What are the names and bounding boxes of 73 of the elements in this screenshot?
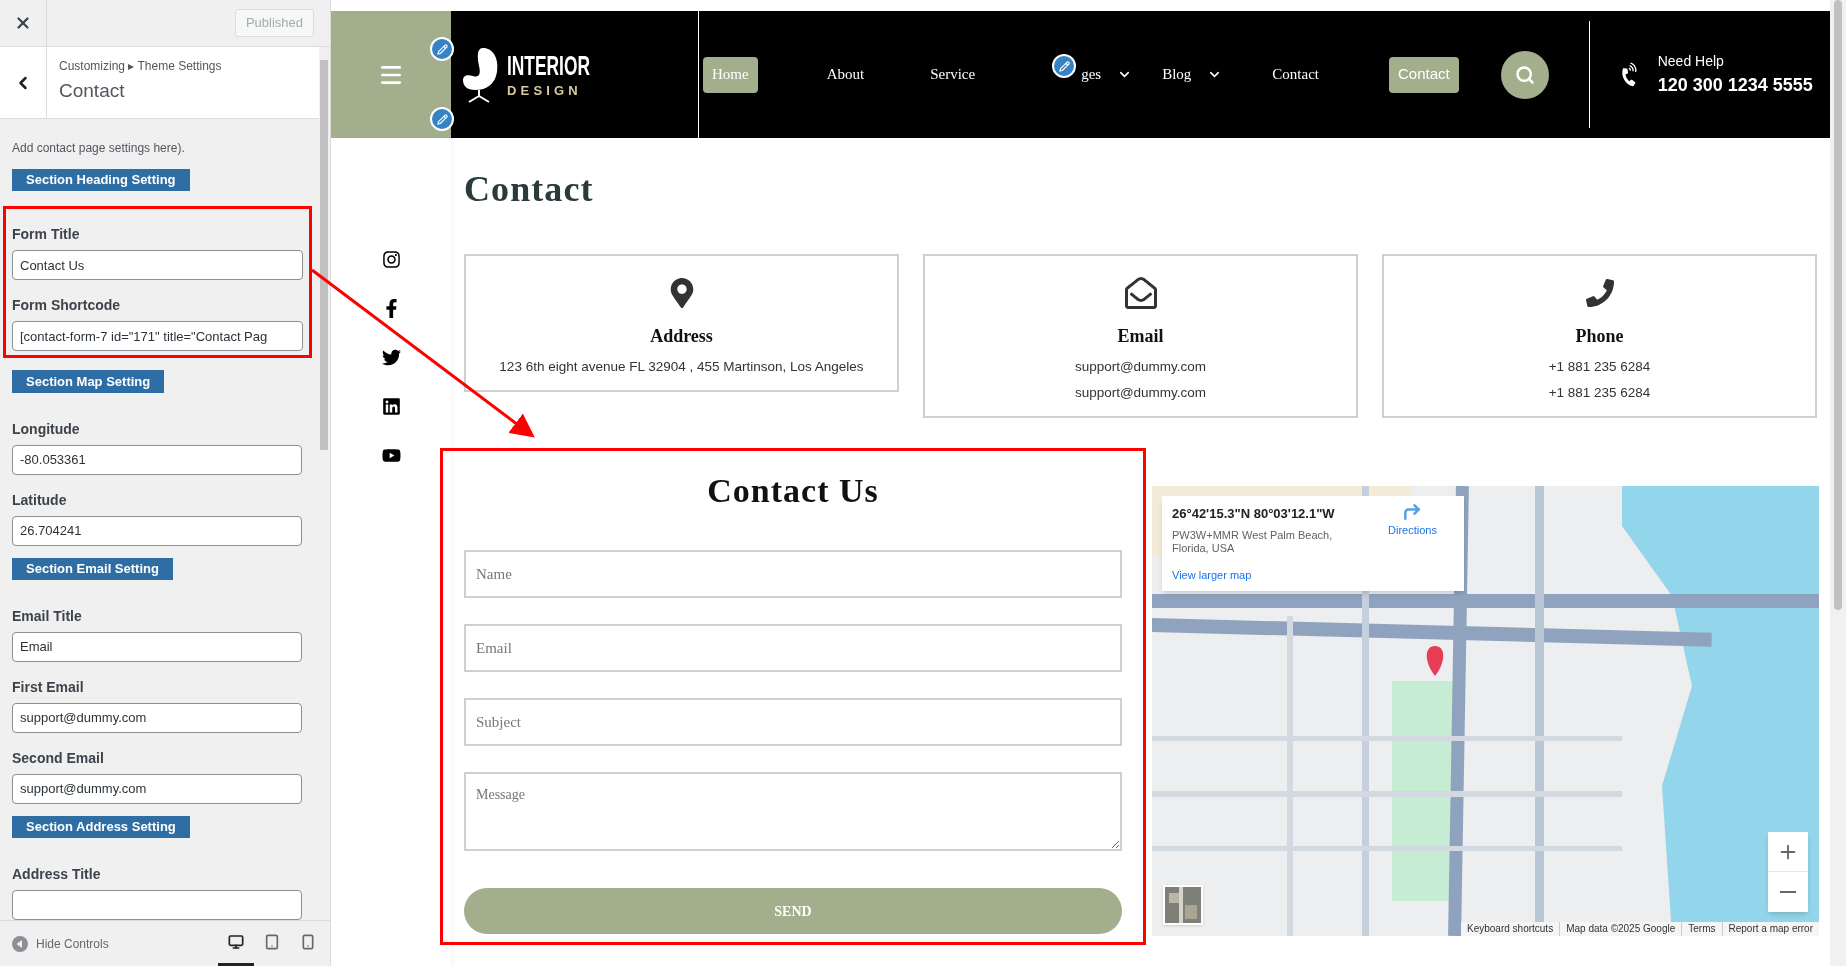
envelope-icon xyxy=(1124,277,1157,309)
attribution-link: Map data ©2025 Google xyxy=(1560,922,1683,936)
pencil-icon xyxy=(436,113,448,125)
nav-link[interactable]: Service xyxy=(930,56,976,93)
phone-icon xyxy=(1585,279,1614,307)
text-field[interactable]: support@dummy.com xyxy=(12,702,302,733)
card-text: 123 6th eight avenue FL 32904 , 455 Martinson, Los Angeles xyxy=(499,358,864,376)
youtube-icon[interactable] xyxy=(381,446,401,465)
larger-map-link[interactable]: View larger map xyxy=(1172,566,1252,583)
card-title: Email xyxy=(1117,325,1164,348)
card-title: Phone xyxy=(1575,325,1624,348)
text-field[interactable]: Email xyxy=(12,631,302,662)
text-field[interactable]: Name xyxy=(464,550,1122,598)
directions-button[interactable]: Directions xyxy=(1388,502,1437,539)
field-label: Address Title xyxy=(12,865,101,883)
text-field[interactable]: Contact Us xyxy=(12,250,303,281)
search-icon xyxy=(1514,64,1535,85)
pencil-icon xyxy=(436,43,448,55)
hide-controls-button[interactable]: Hide Controls xyxy=(12,934,109,953)
section-button[interactable]: Section Address Setting xyxy=(12,815,190,838)
instagram-icon[interactable] xyxy=(381,250,401,269)
description-text: Add contact page settings here). xyxy=(12,140,185,157)
section-button[interactable]: Section Email Setting xyxy=(12,557,173,580)
card-text: +1 881 235 6284 xyxy=(1548,358,1651,376)
message-field[interactable]: Message xyxy=(464,772,1122,851)
map[interactable]: 26°42'15.3"N 80°03'12.1"W PW3W+MMR West Palm Beach, Florida, USA View larger map Directions Keyboard shortcuts Map data ©2025 Google Terms Report a map error xyxy=(1152,486,1819,936)
field-label: Longitude xyxy=(12,419,80,438)
desktop-icon xyxy=(228,934,244,950)
map-address: PW3W+MMR West Palm Beach, Florida, USA xyxy=(1172,528,1334,555)
coordinates: 26°42'15.3"N 80°03'12.1"W xyxy=(1172,505,1335,523)
mobile-icon xyxy=(300,934,316,950)
field-label: First Email xyxy=(12,677,84,696)
twitter-icon[interactable] xyxy=(381,348,401,367)
text-field[interactable]: -80.053361 xyxy=(12,444,302,475)
panel-title: Contact xyxy=(59,79,126,103)
card-title: Address xyxy=(650,325,713,348)
nav-link[interactable]: Contact xyxy=(1272,56,1319,93)
field-label: Latitude xyxy=(12,490,67,509)
help-phone: 120 300 1234 5555 xyxy=(1657,73,1813,97)
text-field[interactable] xyxy=(12,890,302,920)
attribution-link[interactable]: Report a map error xyxy=(1722,922,1819,936)
field-label: Form Title xyxy=(12,225,80,244)
form-title: Contact Us xyxy=(707,471,879,511)
field-label: Email Title xyxy=(12,606,82,625)
help-label: Need Help xyxy=(1657,51,1725,71)
collapse-icon xyxy=(12,935,28,952)
text-field[interactable]: Email xyxy=(464,624,1122,672)
card-text: support@dummy.com xyxy=(1074,358,1207,376)
directions-icon xyxy=(1402,502,1423,522)
card-text: support@dummy.com xyxy=(1074,384,1207,402)
nav-link[interactable]: About xyxy=(826,56,865,93)
section-button[interactable]: Section Heading Setting xyxy=(12,169,190,192)
attribution-link[interactable]: Terms xyxy=(1682,922,1723,936)
section-button[interactable]: Section Map Setting xyxy=(12,370,165,393)
nav-link[interactable]: ges xyxy=(1081,56,1133,93)
card-text: +1 881 235 6284 xyxy=(1548,384,1651,402)
nav-link[interactable]: Blog xyxy=(1162,56,1223,93)
close-icon xyxy=(14,14,32,32)
text-field[interactable]: [contact-form-7 id="171" title="Contact Pag xyxy=(12,321,303,352)
tablet-icon xyxy=(264,934,280,950)
breadcrumb: Customizing ▸ Theme Settings xyxy=(59,58,222,75)
linkedin-icon[interactable] xyxy=(381,397,401,416)
field-label: Form Shortcode xyxy=(12,296,121,315)
attribution-link[interactable]: Keyboard shortcuts xyxy=(1461,922,1561,936)
text-field[interactable]: Subject xyxy=(464,698,1122,746)
pencil-icon xyxy=(1058,60,1070,72)
logo-text: INTERIOR xyxy=(507,52,590,80)
text-field[interactable]: 26.704241 xyxy=(12,515,302,546)
layer-toggle-button[interactable] xyxy=(1163,885,1203,925)
field-label: Second Email xyxy=(12,748,104,767)
page-heading: Contact xyxy=(464,168,594,211)
text-field[interactable]: support@dummy.com xyxy=(12,773,302,804)
logo-text: DESIGN xyxy=(507,84,582,97)
